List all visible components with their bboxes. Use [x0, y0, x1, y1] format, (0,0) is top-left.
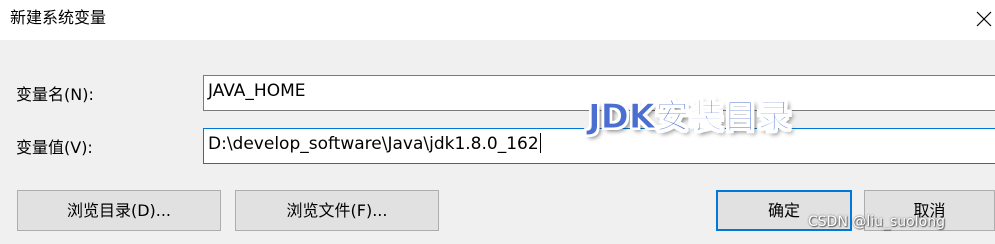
variable-value-value: D:\develop_software\Java\jdk1.8.0_162	[208, 134, 539, 154]
browse-directory-button[interactable]: 浏览目录(D)...	[17, 190, 221, 231]
dialog-titlebar: 新建系统变量	[0, 0, 995, 40]
dialog-title: 新建系统变量	[10, 8, 107, 27]
text-caret	[539, 132, 541, 153]
close-icon[interactable]	[973, 8, 995, 30]
browse-file-button[interactable]: 浏览文件(F)...	[235, 190, 439, 231]
variable-name-label: 变量名(N):	[16, 85, 94, 104]
variable-name-value: JAVA_HOME	[208, 81, 306, 101]
jdk-directory-annotation: JDK安装目录	[587, 97, 792, 138]
csdn-watermark: CSDN @liu_suolong	[808, 214, 945, 230]
variable-value-label: 变量值(V):	[16, 138, 93, 157]
variable-value-text: D:\develop_software\Java\jdk1.8.0_162	[208, 129, 541, 159]
